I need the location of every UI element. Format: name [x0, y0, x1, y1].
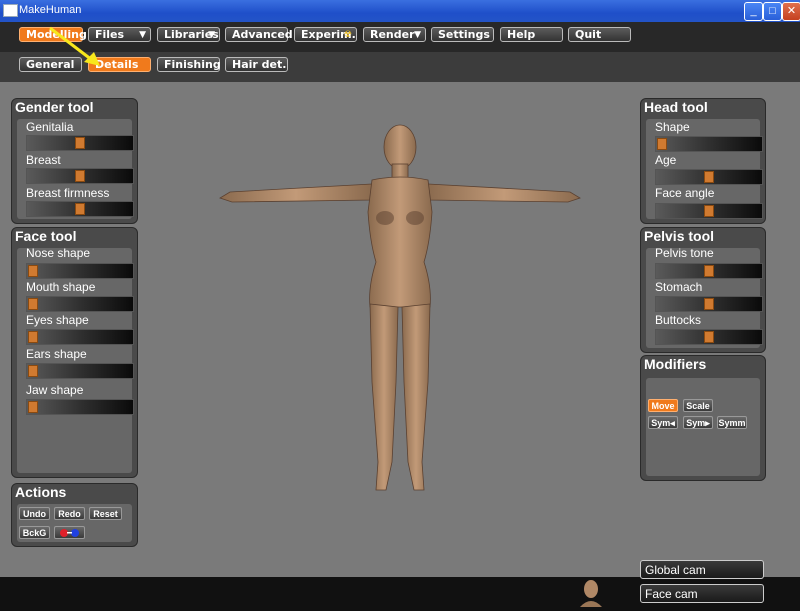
- panel-title: Pelvis tool: [644, 228, 715, 244]
- panel-body: Move Scale Sym◂ Sym▸ Symm: [646, 378, 760, 476]
- breast-slider[interactable]: [26, 168, 134, 184]
- panel-title: Gender tool: [15, 99, 94, 115]
- slider-knob[interactable]: [657, 138, 667, 150]
- panel-body: Undo Redo Reset BckG: [17, 504, 132, 542]
- eyes-shape-slider[interactable]: [26, 329, 134, 345]
- face-tool-panel: Face tool Nose shape Mouth shape Eyes sh…: [11, 227, 138, 478]
- slider-knob[interactable]: [28, 401, 38, 413]
- actions-panel: Actions Undo Redo Reset BckG: [11, 483, 138, 547]
- face-angle-slider[interactable]: [655, 203, 763, 219]
- global-cam-button[interactable]: Global cam: [640, 560, 764, 579]
- panel-body: Shape Age Face angle: [646, 119, 763, 219]
- stomach-slider[interactable]: [655, 296, 763, 312]
- redo-button[interactable]: Redo: [54, 507, 85, 520]
- slider-knob[interactable]: [704, 265, 714, 277]
- slider-knob[interactable]: [28, 331, 38, 343]
- move-button[interactable]: Move: [648, 399, 678, 412]
- slider-knob[interactable]: [28, 365, 38, 377]
- slider-knob[interactable]: [704, 171, 714, 183]
- face-cam-button[interactable]: Face cam: [640, 584, 764, 603]
- breast-firmness-slider[interactable]: [26, 201, 134, 217]
- stereo-3d-button[interactable]: [54, 526, 85, 539]
- gender-tool-panel: Gender tool Genitalia Breast Breast firm…: [11, 98, 138, 224]
- slider-label: Face angle: [655, 186, 715, 200]
- panel-body: Genitalia Breast Breast firmness: [17, 119, 134, 219]
- slider-knob[interactable]: [28, 298, 38, 310]
- mouth-shape-slider[interactable]: [26, 296, 134, 312]
- slider-knob[interactable]: [704, 298, 714, 310]
- slider-label: Shape: [655, 120, 690, 134]
- head-tool-panel: Head tool Shape Age Face angle: [640, 98, 766, 224]
- symmetry-button[interactable]: Symm: [717, 416, 747, 429]
- buttocks-slider[interactable]: [655, 329, 763, 345]
- shape-slider[interactable]: [655, 136, 763, 152]
- slider-knob[interactable]: [75, 170, 85, 182]
- slider-label: Nose shape: [26, 246, 91, 260]
- slider-label: Buttocks: [655, 313, 702, 327]
- jaw-shape-slider[interactable]: [26, 399, 134, 415]
- slider-label: Breast: [26, 153, 61, 167]
- pelvis-tone-slider[interactable]: [655, 263, 763, 279]
- undo-button[interactable]: Undo: [19, 507, 50, 520]
- slider-label: Age: [655, 153, 677, 167]
- ears-shape-slider[interactable]: [26, 363, 134, 379]
- scale-button[interactable]: Scale: [683, 399, 713, 412]
- modifiers-panel: Modifiers Move Scale Sym◂ Sym▸ Symm: [640, 355, 766, 481]
- 3d-glasses-icon: [60, 529, 79, 537]
- reset-button[interactable]: Reset: [89, 507, 122, 520]
- pelvis-tool-panel: Pelvis tool Pelvis tone Stomach Buttocks: [640, 227, 766, 353]
- slider-label: Stomach: [655, 280, 703, 294]
- age-slider[interactable]: [655, 169, 763, 185]
- background-button[interactable]: BckG: [19, 526, 50, 539]
- symmetry-left-button[interactable]: Sym◂: [648, 416, 678, 429]
- panel-title: Face tool: [15, 228, 77, 244]
- slider-label: Jaw shape: [26, 383, 84, 397]
- slider-knob[interactable]: [28, 265, 38, 277]
- panel-body: Nose shape Mouth shape Eyes shape Ears s…: [17, 246, 134, 473]
- nose-shape-slider[interactable]: [26, 263, 134, 279]
- genitalia-slider[interactable]: [26, 135, 134, 151]
- slider-label: Ears shape: [26, 347, 87, 361]
- slider-knob[interactable]: [704, 331, 714, 343]
- panel-title: Actions: [15, 484, 67, 500]
- panel-title: Modifiers: [644, 356, 707, 372]
- slider-label: Genitalia: [26, 120, 74, 134]
- panel-title: Head tool: [644, 99, 708, 115]
- slider-knob[interactable]: [75, 203, 85, 215]
- symmetry-right-button[interactable]: Sym▸: [683, 416, 713, 429]
- slider-label: Breast firmness: [26, 186, 110, 200]
- slider-knob[interactable]: [704, 205, 714, 217]
- slider-label: Pelvis tone: [655, 246, 714, 260]
- face-cam-thumbnail: [580, 580, 602, 607]
- slider-label: Mouth shape: [26, 280, 96, 294]
- slider-label: Eyes shape: [26, 313, 89, 327]
- panel-body: Pelvis tone Stomach Buttocks: [646, 246, 763, 348]
- slider-knob[interactable]: [75, 137, 85, 149]
